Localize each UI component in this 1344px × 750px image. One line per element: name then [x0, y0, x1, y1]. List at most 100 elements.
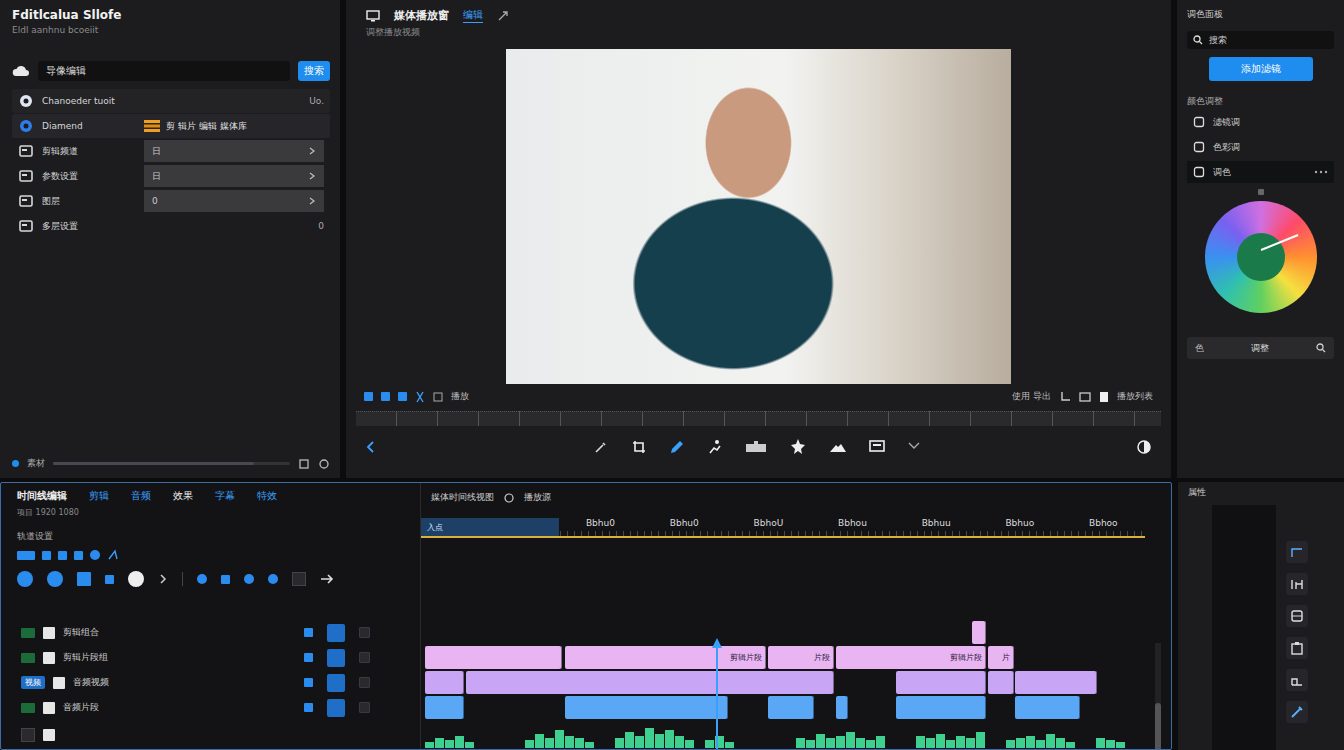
clip[interactable]: 剪辑片段: [836, 646, 986, 669]
clip[interactable]: [972, 621, 986, 644]
undo-icon[interactable]: [197, 574, 207, 584]
track-header[interactable]: 剪辑片段组: [1, 645, 421, 670]
copy-icon[interactable]: [298, 458, 310, 470]
play-icon[interactable]: [364, 392, 373, 401]
eye-icon[interactable]: [304, 628, 313, 637]
curve-icon[interactable]: [1286, 541, 1308, 563]
slip-icon[interactable]: [77, 572, 91, 586]
scrub-bar[interactable]: [356, 411, 1161, 426]
clip[interactable]: [466, 671, 834, 694]
clip[interactable]: 片: [988, 646, 1014, 669]
arrow-icon[interactable]: [320, 573, 334, 585]
clip[interactable]: [896, 671, 986, 694]
transition-icon[interactable]: [745, 440, 767, 454]
timeline-tab[interactable]: 音频: [131, 489, 151, 503]
scrollbar[interactable]: [1155, 643, 1161, 745]
clip[interactable]: [1015, 671, 1097, 694]
more-icon[interactable]: [1314, 170, 1328, 174]
link-icon[interactable]: [58, 551, 67, 560]
color-wheel[interactable]: [1205, 201, 1317, 313]
text-icon[interactable]: [829, 440, 847, 454]
lock-icon[interactable]: [359, 702, 370, 713]
adjust-item[interactable]: 色彩调: [1187, 136, 1334, 158]
sidebar-item[interactable]: 参数设置 日: [12, 164, 330, 188]
solo-icon[interactable]: [327, 674, 345, 692]
cut-icon[interactable]: [415, 391, 425, 403]
track-toggle-icon[interactable]: [21, 628, 35, 638]
search-input[interactable]: 搜索: [1187, 31, 1334, 49]
sidebar-item[interactable]: Diamend 剪 辑片 编辑 媒体库: [12, 114, 330, 138]
clip[interactable]: 片段: [768, 646, 834, 669]
timeline-tab[interactable]: 效果: [173, 489, 193, 503]
playhead[interactable]: [716, 648, 718, 749]
sidebar-item[interactable]: 多层设置 0: [12, 214, 330, 238]
clip[interactable]: [768, 696, 813, 719]
brush-icon[interactable]: [593, 439, 609, 455]
back-icon[interactable]: [366, 440, 376, 454]
eye-icon[interactable]: [304, 678, 313, 687]
mark-in-icon[interactable]: [221, 575, 230, 584]
effects-icon[interactable]: [789, 438, 807, 456]
sidebar-item[interactable]: 图层 0: [12, 189, 330, 213]
timeline-tab[interactable]: 特效: [257, 489, 277, 503]
track-header[interactable]: [1, 720, 421, 749]
list-icon[interactable]: [433, 392, 443, 402]
window-icon[interactable]: [1286, 605, 1308, 627]
clip[interactable]: [896, 696, 986, 719]
track-header[interactable]: 视频 音频视频: [1, 670, 421, 695]
solo-icon[interactable]: [327, 699, 345, 717]
frame-icon[interactable]: [1079, 391, 1091, 403]
snap-icon[interactable]: [42, 551, 51, 560]
eye-icon[interactable]: [304, 653, 313, 662]
lock-icon[interactable]: [359, 652, 370, 663]
marker-icon[interactable]: [107, 549, 119, 561]
crop-icon[interactable]: [1059, 391, 1071, 403]
clip[interactable]: [1015, 696, 1080, 719]
timeline-tab[interactable]: 字幕: [215, 489, 235, 503]
clip[interactable]: [425, 671, 464, 694]
track-header[interactable]: 剪辑组合: [1, 620, 421, 645]
lock-icon[interactable]: [292, 572, 306, 586]
magic-icon[interactable]: [1286, 701, 1308, 723]
item-field[interactable]: 日: [144, 140, 324, 162]
clip[interactable]: [988, 671, 1014, 694]
track-toggle-icon[interactable]: [21, 653, 35, 663]
motion-icon[interactable]: [707, 439, 723, 455]
adjust-item[interactable]: 滤镜调: [1187, 111, 1334, 133]
item-field[interactable]: 0: [144, 190, 324, 212]
lock-icon[interactable]: [359, 677, 370, 688]
track-add-icon[interactable]: [17, 551, 35, 560]
color-field[interactable]: 色 调整: [1187, 337, 1334, 359]
eye-icon[interactable]: [304, 703, 313, 712]
next-icon[interactable]: [158, 573, 168, 585]
solo-icon[interactable]: [327, 624, 345, 642]
timeline-tab[interactable]: 剪辑: [89, 489, 109, 503]
crop-tool-icon[interactable]: [631, 439, 647, 455]
track-toggle-icon[interactable]: [21, 703, 35, 713]
stop-icon[interactable]: [1099, 391, 1109, 403]
steps-icon[interactable]: [1286, 669, 1308, 691]
in-range[interactable]: 入点: [421, 518, 559, 536]
settings-icon[interactable]: [318, 458, 330, 470]
sidebar-item[interactable]: Chanoeder tuoit Uo.: [12, 89, 330, 113]
pen-icon[interactable]: [669, 439, 685, 455]
clip[interactable]: [425, 696, 464, 719]
adjust-item[interactable]: 调色: [1187, 161, 1334, 183]
lock-icon[interactable]: [359, 627, 370, 638]
clip[interactable]: [425, 646, 562, 669]
zoom-slider[interactable]: [53, 462, 290, 465]
ripple-icon[interactable]: [74, 551, 83, 560]
hand-icon[interactable]: [105, 575, 114, 584]
mark-out-icon[interactable]: [244, 574, 254, 584]
audio-icon[interactable]: [907, 440, 921, 454]
bars-icon[interactable]: [1286, 573, 1308, 595]
time-ruler[interactable]: 入点 Bbhu0Bbhu0BbhoUBbhouBbhuuBbhuoBbhoo: [421, 518, 1145, 538]
item-field[interactable]: 日: [144, 165, 324, 187]
clip[interactable]: [565, 696, 728, 719]
razor-icon[interactable]: [47, 571, 63, 587]
pause-icon[interactable]: [381, 392, 390, 401]
viewer-tab[interactable]: 编辑: [463, 8, 483, 23]
sidebar-item[interactable]: 剪辑频道 日: [12, 139, 330, 163]
link-icon[interactable]: [497, 10, 509, 22]
track-header[interactable]: 音频片段: [1, 695, 421, 720]
